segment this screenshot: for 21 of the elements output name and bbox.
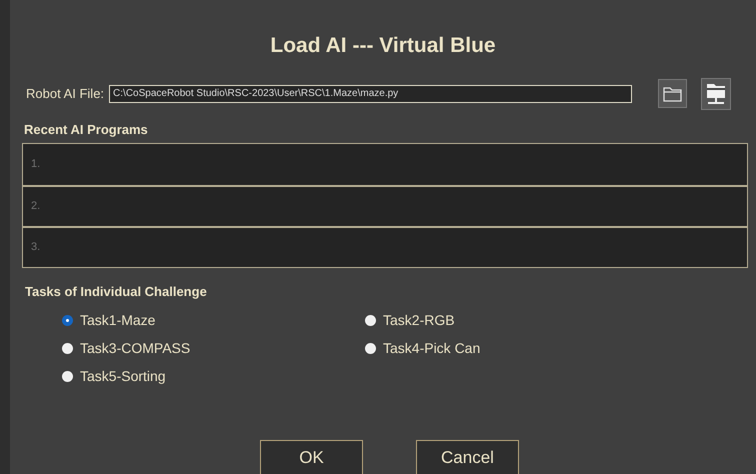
network-folder-icon (705, 82, 728, 106)
task-radio[interactable]: Task1-Maze (62, 310, 365, 330)
file-path-field[interactable]: C:\CoSpaceRobot Studio\RSC-2023\User\RSC\1.Maze\maze.py (109, 84, 632, 102)
file-label: Robot AI File: (26, 84, 104, 103)
task-radio[interactable]: Task5-Sorting (62, 366, 365, 386)
folder-button[interactable] (658, 79, 688, 108)
task-radio[interactable]: Task4-Pick Can (365, 338, 565, 358)
radio-icon (62, 315, 73, 326)
cancel-button[interactable]: Cancel (416, 440, 519, 474)
folder-icon (662, 86, 683, 102)
section-heading: Recent AI Programs (23, 120, 149, 139)
section-heading: Tasks of Individual Challenge (24, 283, 208, 301)
radio-icon (62, 371, 73, 382)
radio-icon (365, 343, 376, 354)
window-title: Load AI --- Virtual Blue (270, 33, 496, 59)
radio-icon (62, 343, 73, 354)
task-radio[interactable]: Task3-COMPASS (62, 338, 365, 358)
task-radio[interactable]: Task2-RGB (365, 310, 565, 330)
ok-button[interactable]: OK (260, 440, 363, 474)
network-folder-button[interactable] (701, 78, 732, 110)
radio-icon (365, 315, 376, 326)
